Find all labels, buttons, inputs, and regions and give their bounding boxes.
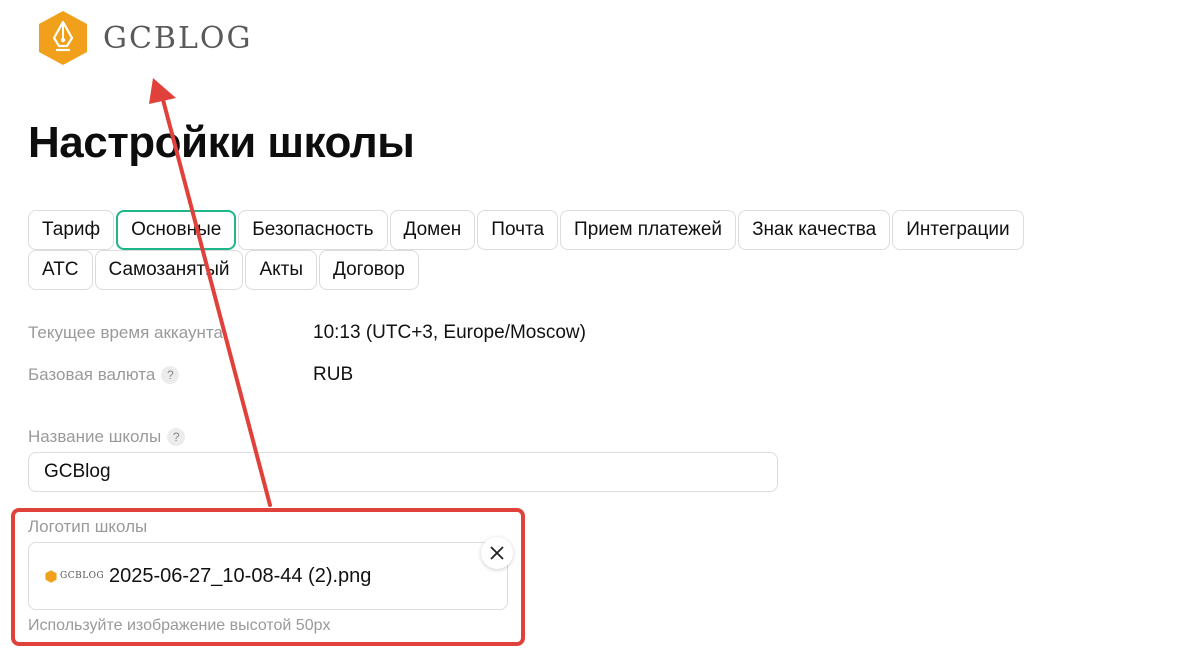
help-icon[interactable]: ?: [161, 366, 180, 384]
base-currency-row: Базовая валюта ? RUB: [28, 364, 353, 386]
remove-logo-button[interactable]: [481, 537, 513, 569]
page-title: Настройки школы: [28, 118, 415, 167]
logo-thumbnail: GCBLOG: [45, 569, 109, 583]
school-name-input[interactable]: [28, 452, 778, 492]
tab-security[interactable]: Безопасность: [238, 210, 388, 250]
tab-acts[interactable]: Акты: [245, 250, 318, 290]
account-time-value: 10:13 (UTC+3, Europe/Moscow): [313, 322, 586, 343]
tab-contract[interactable]: Договор: [319, 250, 419, 290]
base-currency-value: RUB: [313, 364, 354, 385]
school-logo-label: Логотип школы: [28, 517, 148, 536]
logo-file-name: 2025-06-27_10-08-44 (2).png: [109, 564, 372, 587]
tab-tariff[interactable]: Тариф: [28, 210, 115, 250]
logo-hint-text: Используйте изображение высотой 50px: [28, 617, 331, 634]
account-time-label: Текущее время аккаунта: [28, 323, 223, 342]
brand-name: GCBLOG: [103, 20, 253, 56]
tab-quality-mark[interactable]: Знак качества: [738, 210, 891, 250]
tab-ats[interactable]: АТС: [28, 250, 93, 290]
brand-logo[interactable]: GCBLOG: [37, 10, 252, 66]
close-icon: [490, 546, 504, 560]
tab-row-2: АТС Самозанятый Акты Договор: [28, 250, 1128, 290]
pen-nib-hexagon-icon: [45, 569, 57, 583]
base-currency-label-wrap: Базовая валюта ?: [28, 365, 313, 385]
help-icon[interactable]: ?: [167, 428, 186, 446]
thumbnail-brand-text: GCBLOG: [60, 571, 105, 581]
tab-row-1: Тариф Основные Безопасность Домен Почта …: [28, 210, 1128, 250]
tab-integrations[interactable]: Интеграции: [892, 210, 1024, 250]
tab-payments[interactable]: Прием платежей: [560, 210, 737, 250]
logo-file-preview[interactable]: GCBLOG 2025-06-27_10-08-44 (2).png: [28, 542, 508, 610]
school-name-label-wrap: Название школы ?: [28, 427, 186, 447]
pen-nib-hexagon-icon: [39, 11, 87, 65]
tab-mail[interactable]: Почта: [477, 210, 559, 250]
tab-general[interactable]: Основные: [116, 210, 237, 250]
settings-tabs: Тариф Основные Безопасность Домен Почта …: [28, 210, 1128, 290]
tab-self-employed[interactable]: Самозанятый: [94, 250, 244, 290]
account-time-row: Текущее время аккаунта 10:13 (UTC+3, Eur…: [28, 322, 586, 344]
tab-domain[interactable]: Домен: [389, 210, 476, 250]
school-name-label: Название школы: [28, 427, 162, 446]
base-currency-label: Базовая валюта: [28, 365, 156, 384]
